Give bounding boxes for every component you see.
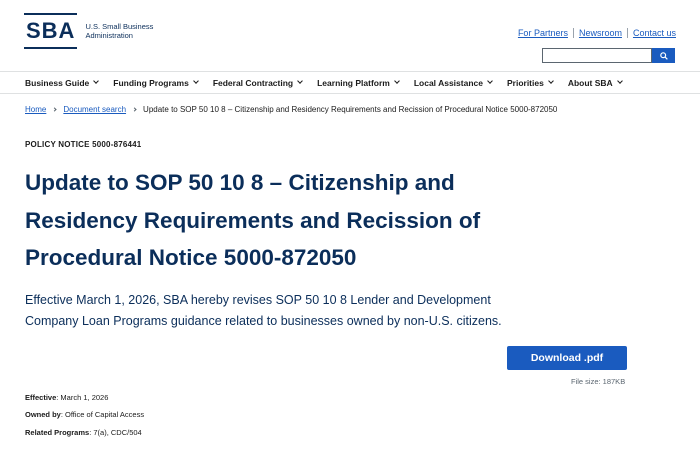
- nav-label: Business Guide: [25, 77, 90, 88]
- divider: [626, 28, 628, 38]
- breadcrumb-document-search-link[interactable]: Document search: [63, 105, 126, 114]
- nav-learning-platform[interactable]: Learning Platform: [317, 77, 400, 88]
- logo-text-line1: U.S. Small Business: [85, 22, 154, 31]
- chevron-down-icon: [297, 78, 303, 84]
- search-icon: [659, 51, 668, 60]
- breadcrumb-home-link[interactable]: Home: [25, 105, 46, 114]
- page-title: Update to SOP 50 10 8 – Citizenship and …: [25, 170, 481, 270]
- meta-owned-label: Owned by: [25, 410, 61, 419]
- meta-programs-value: : 7(a), CDC/504: [89, 428, 142, 437]
- download-pdf-button[interactable]: Download .pdf: [507, 346, 627, 370]
- nav-federal-contracting[interactable]: Federal Contracting: [212, 77, 303, 88]
- meta-owned-by: Owned by: Office of Capital Access: [25, 410, 144, 419]
- meta-effective-value: : March 1, 2026: [56, 393, 109, 402]
- site-header: SBA U.S. Small Business Administration F…: [0, 0, 700, 70]
- search-input[interactable]: [542, 48, 652, 63]
- chevron-down-icon: [487, 78, 493, 84]
- search-button[interactable]: [652, 48, 675, 63]
- meta-effective: Effective: March 1, 2026: [25, 393, 108, 402]
- nav-local-assistance[interactable]: Local Assistance: [413, 77, 493, 88]
- sba-logo[interactable]: SBA U.S. Small Business Administration: [24, 13, 155, 49]
- main-nav: Business Guide Funding Programs Federal …: [0, 71, 700, 94]
- chevron-down-icon: [93, 78, 100, 84]
- nav-business-guide[interactable]: Business Guide: [25, 77, 100, 88]
- chevron-down-icon: [192, 78, 199, 84]
- nav-label: Learning Platform: [317, 77, 390, 88]
- policy-notice-label: POLICY NOTICE 5000-876441: [25, 140, 142, 149]
- logo-text-line2: Administration: [85, 31, 133, 40]
- chevron-down-icon: [616, 78, 623, 84]
- file-size: File size: 187KB: [571, 377, 626, 386]
- chevron-right-icon: [132, 107, 137, 112]
- logo-mark: SBA: [24, 13, 78, 49]
- search-form: [542, 48, 675, 63]
- nav-label: Local Assistance: [413, 77, 483, 88]
- nav-funding-programs[interactable]: Funding Programs: [113, 77, 199, 88]
- meta-owned-value: : Office of Capital Access: [60, 410, 145, 419]
- document-summary: Effective March 1, 2026, SBA hereby revi…: [25, 293, 502, 328]
- meta-effective-label: Effective: [25, 393, 57, 402]
- meta-related-programs: Related Programs: 7(a), CDC/504: [25, 428, 142, 437]
- nav-priorities[interactable]: Priorities: [506, 77, 554, 88]
- utility-links: For Partners Newsroom Contact us: [518, 28, 676, 38]
- meta-programs-label: Related Programs: [25, 428, 90, 437]
- chevron-right-icon: [52, 107, 57, 112]
- nav-label: Federal Contracting: [212, 77, 294, 88]
- contact-us-link[interactable]: Contact us: [633, 28, 676, 38]
- divider: [572, 28, 574, 38]
- chevron-down-icon: [394, 78, 400, 84]
- chevron-down-icon: [548, 78, 554, 84]
- breadcrumb-current: Update to SOP 50 10 8 – Citizenship and …: [143, 105, 558, 114]
- newsroom-link[interactable]: Newsroom: [579, 28, 622, 38]
- nav-label: About SBA: [567, 77, 613, 88]
- for-partners-link[interactable]: For Partners: [518, 28, 568, 38]
- logo-text: U.S. Small Business Administration: [85, 22, 155, 40]
- breadcrumb: Home Document search Update to SOP 50 10…: [25, 105, 557, 114]
- nav-about-sba[interactable]: About SBA: [567, 77, 623, 88]
- nav-label: Priorities: [506, 77, 544, 88]
- nav-label: Funding Programs: [113, 77, 189, 88]
